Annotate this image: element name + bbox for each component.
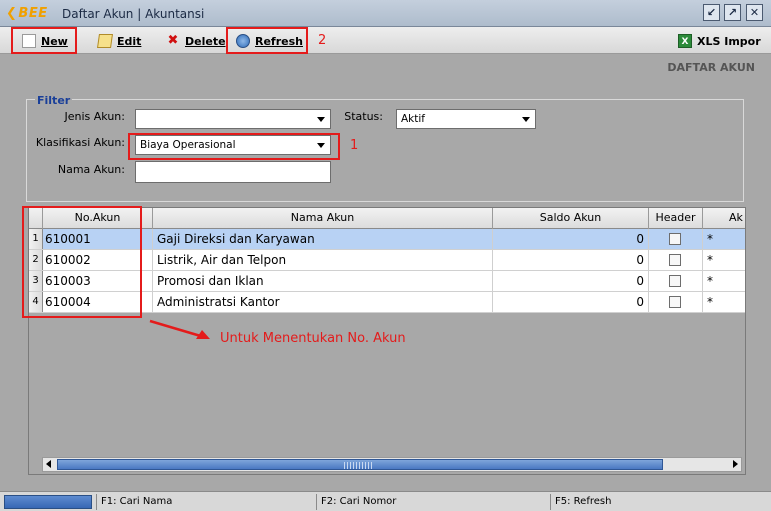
page-title: DAFTAR AKUN (667, 61, 755, 74)
scroll-left-arrow-icon[interactable] (46, 460, 51, 468)
cell-saldo-akun: 0 (493, 271, 649, 291)
cell-akun-extra: * (703, 229, 745, 249)
window-title: Daftar Akun | Akuntansi (62, 7, 205, 21)
nama-akun-label: Nama Akun: (57, 163, 125, 176)
restore-window-icon[interactable]: ↙ (703, 4, 720, 21)
cell-header (649, 229, 703, 249)
cell-saldo-akun: 0 (493, 292, 649, 312)
status-hint-f2: F2: Cari Nomor (316, 494, 548, 510)
xls-import-button[interactable]: X XLS Impor (674, 31, 765, 51)
cell-header (649, 271, 703, 291)
cell-nama-akun: Promosi dan Iklan (153, 271, 493, 291)
status-bar: F1: Cari Nama F2: Cari Nomor F5: Refresh (0, 491, 771, 511)
edit-pencil-icon (97, 34, 113, 48)
maximize-window-icon[interactable]: ↗ (724, 4, 741, 21)
annotation-number-1: 1 (350, 138, 359, 153)
annotation-box-no-akun (22, 206, 142, 318)
cell-nama-akun: Listrik, Air dan Telpon (153, 250, 493, 270)
excel-icon: X (678, 34, 692, 48)
delete-x-icon: ✖ (167, 33, 179, 48)
title-bar: ❮BEE Daftar Akun | Akuntansi ↙ ↗ ✕ (0, 0, 771, 27)
cell-akun-extra: * (703, 250, 745, 270)
cell-nama-akun: Administratsi Kantor (153, 292, 493, 312)
chevron-down-icon (317, 117, 325, 122)
cell-header (649, 250, 703, 270)
column-header-header[interactable]: Header (649, 208, 703, 229)
annotation-box-new (11, 27, 77, 54)
annotation-arrow-icon (149, 319, 210, 339)
close-window-icon[interactable]: ✕ (746, 4, 763, 21)
status-label: Status: (344, 110, 383, 123)
annotation-note: Untuk Menentukan No. Akun (220, 331, 406, 346)
cell-nama-akun: Gaji Direksi dan Karyawan (153, 229, 493, 249)
status-select[interactable]: Aktif (396, 109, 536, 129)
header-checkbox[interactable] (669, 296, 681, 308)
nama-akun-input[interactable] (135, 161, 331, 183)
edit-button[interactable]: Edit (94, 31, 145, 51)
header-checkbox[interactable] (669, 254, 681, 266)
column-header-akun-extra[interactable]: Ak (703, 208, 745, 229)
annotation-box-refresh (226, 27, 308, 54)
status-progress-indicator (4, 495, 92, 509)
app-logo: ❮BEE (6, 6, 48, 21)
scrollbar-thumb[interactable] (57, 459, 663, 470)
cell-akun-extra: * (703, 271, 745, 291)
jenis-akun-select[interactable] (135, 109, 331, 129)
header-checkbox[interactable] (669, 233, 681, 245)
chevron-down-icon (522, 117, 530, 122)
delete-button[interactable]: ✖ Delete (162, 31, 230, 51)
status-hint-f1: F1: Cari Nama (96, 494, 314, 510)
annotation-box-klasifikasi (128, 133, 340, 160)
status-hint-f5: F5: Refresh (550, 494, 766, 510)
jenis-akun-label: Jenis Akun: (64, 110, 125, 123)
horizontal-scrollbar[interactable] (42, 457, 742, 472)
klasifikasi-akun-label: Klasifikasi Akun: (35, 136, 125, 149)
header-checkbox[interactable] (669, 275, 681, 287)
toolbar: New Edit ✖ Delete Refresh X XLS Impor (0, 27, 771, 54)
column-header-nama-akun[interactable]: Nama Akun (153, 208, 493, 229)
column-header-saldo-akun[interactable]: Saldo Akun (493, 208, 649, 229)
cell-akun-extra: * (703, 292, 745, 312)
scrollbar-grip-icon (344, 462, 374, 469)
annotation-number-2: 2 (318, 33, 327, 48)
filter-legend: Filter (35, 94, 73, 107)
bee-logo-icon: ❮ (6, 6, 18, 21)
cell-saldo-akun: 0 (493, 229, 649, 249)
scroll-right-arrow-icon[interactable] (733, 460, 738, 468)
cell-saldo-akun: 0 (493, 250, 649, 270)
cell-header (649, 292, 703, 312)
